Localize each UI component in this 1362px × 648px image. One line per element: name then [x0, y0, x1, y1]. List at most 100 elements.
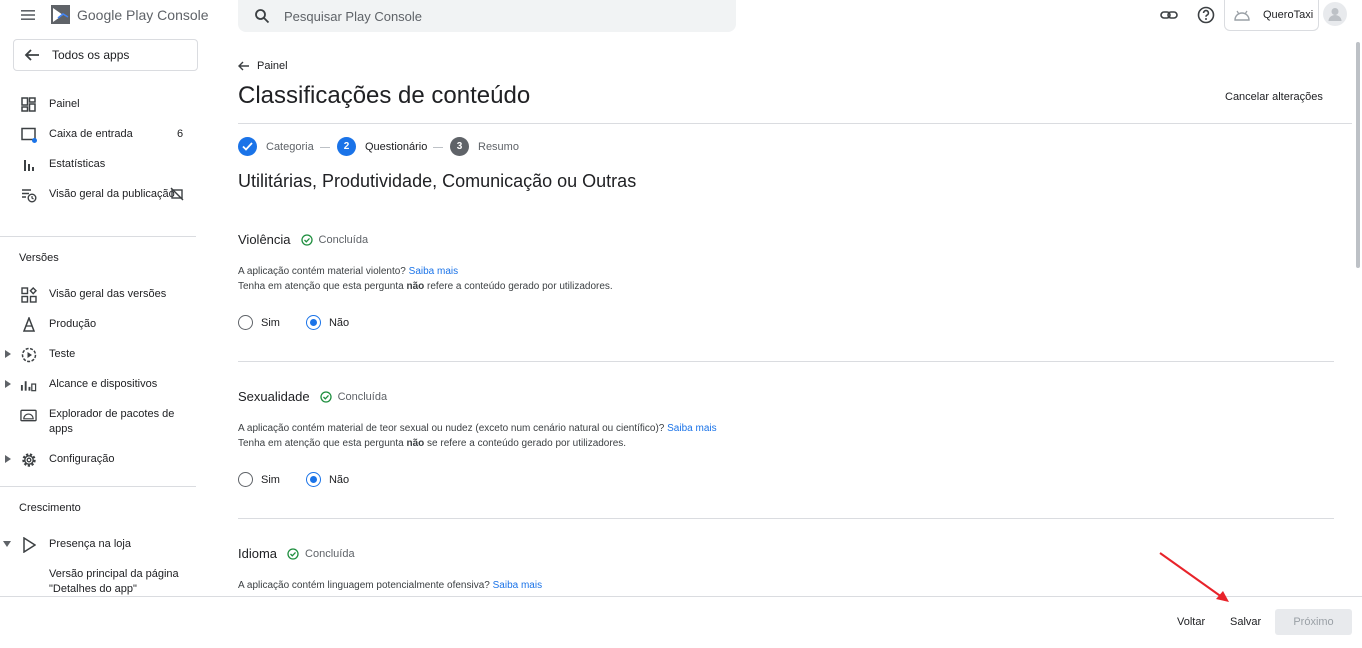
step-questionnaire[interactable]: 2 Questionário [337, 137, 427, 156]
inbox-count-badge: 6 [177, 128, 184, 140]
status-text: Concluída [337, 390, 388, 403]
app-name: QueroTaxi [1263, 9, 1314, 21]
back-button[interactable]: Voltar [1177, 616, 1205, 628]
sidebar-item-label: Estatísticas [49, 158, 106, 170]
sidebar-item-label: Visão geral das versões [49, 288, 167, 300]
question-note-emphasis: não [406, 438, 425, 449]
arrow-back-icon [24, 49, 39, 61]
learn-more-link[interactable]: Saiba mais [493, 580, 542, 591]
sidebar-item-label: Versão principal da página "Detalhes do … [49, 568, 179, 595]
page-title: Classificações de conteúdo [238, 82, 531, 109]
status-badge: Concluída [287, 548, 355, 560]
android-icon [1234, 10, 1250, 21]
learn-more-link[interactable]: Saiba mais [667, 423, 716, 434]
sidebar-item-label: Configuração [49, 453, 115, 465]
sidebar-item-label: Painel [49, 98, 80, 110]
option-label: Não [328, 473, 350, 486]
production-icon [22, 317, 35, 332]
question-note-end: refere a conteúdo gerado por utilizadore… [424, 281, 613, 292]
brand-name: Google Play [77, 7, 154, 23]
check-circle-icon [300, 233, 313, 246]
status-badge: Concluída [300, 233, 369, 246]
publishing-icon [21, 188, 36, 202]
status-badge: Concluída [319, 390, 388, 403]
search-bar[interactable]: Pesquisar Play Console [238, 0, 736, 32]
sidebar-section-growth: Crescimento [19, 502, 81, 514]
account-avatar[interactable] [1323, 2, 1347, 26]
question-title: Idioma [238, 546, 278, 561]
radio-sim[interactable] [238, 472, 253, 487]
sidebar-item-label: Caixa de entrada [49, 128, 133, 140]
annotation-arrow-icon [1159, 552, 1229, 602]
check-circle-icon [319, 390, 332, 403]
cancel-changes-button[interactable]: Cancelar alterações [1225, 91, 1323, 103]
back-to-dashboard-link[interactable]: Painel [238, 60, 288, 72]
radio-nao[interactable] [305, 315, 321, 330]
sidebar-item-label: Explorador de pacotes de apps [49, 408, 175, 435]
play-console-logo-icon [51, 5, 70, 24]
arrow-back-icon [238, 61, 249, 71]
help-button[interactable] [1196, 5, 1216, 25]
question-text: A aplicação contém material violento? Sa… [238, 264, 613, 294]
play-circle-icon [21, 347, 36, 362]
sidebar-divider [0, 486, 196, 487]
question-divider [238, 361, 1334, 362]
radio-sim[interactable] [238, 315, 253, 330]
link-button[interactable] [1159, 5, 1179, 25]
app-switcher[interactable]: QueroTaxi [1224, 0, 1319, 31]
step-number: 2 [337, 137, 356, 156]
link-icon [1160, 11, 1178, 19]
option-label: Não [328, 316, 350, 329]
play-console-logo[interactable]: Google Play Console [50, 4, 209, 26]
all-apps-label: Todos os apps [52, 48, 130, 62]
store-play-icon [22, 536, 36, 553]
expand-caret-icon[interactable] [5, 455, 11, 463]
inbox-icon [20, 127, 37, 143]
sexuality-answer-group: Sim Não [238, 472, 349, 487]
all-apps-button[interactable]: Todos os apps [13, 39, 198, 71]
expand-caret-icon[interactable] [5, 350, 11, 358]
next-button[interactable]: Próximo [1275, 609, 1352, 635]
sidebar-item-label: Visão geral da publicação [49, 188, 175, 200]
learn-more-link[interactable]: Saiba mais [409, 266, 458, 277]
question-note-emphasis: não [406, 281, 425, 292]
question-prompt: A aplicação contém material violento? [238, 266, 406, 277]
save-button[interactable]: Salvar [1230, 616, 1261, 628]
step-label: Resumo [478, 140, 519, 153]
question-text: A aplicação contém material de teor sexu… [238, 421, 717, 451]
violence-answer-group: Sim Não [238, 315, 349, 330]
sidebar-divider [0, 236, 196, 237]
avatar-icon [1328, 8, 1342, 21]
sidebar-section-versions: Versões [19, 252, 59, 264]
step-category[interactable]: Categoria [238, 137, 314, 156]
main-menu-button[interactable] [18, 5, 40, 25]
brand-suffix: Console [157, 7, 209, 23]
step-summary[interactable]: 3 Resumo [450, 137, 519, 156]
status-text: Concluída [305, 547, 355, 560]
app-category-title: Utilitárias, Produtividade, Comunicação … [238, 171, 637, 191]
check-circle-icon [287, 547, 299, 560]
question-text: A aplicação contém linguagem potencialme… [238, 578, 542, 593]
step-connector [320, 147, 330, 148]
question-title: Violência [238, 232, 291, 247]
sidebar-item-label: Teste [49, 348, 76, 360]
expand-caret-icon[interactable] [5, 380, 11, 388]
step-label: Categoria [266, 140, 314, 153]
gear-icon [21, 452, 36, 467]
question-violence-header: Violência Concluída [238, 232, 368, 247]
devices-chart-icon [20, 380, 37, 391]
question-note-end: se refere a conteúdo gerado por utilizad… [424, 438, 627, 449]
question-title: Sexualidade [238, 389, 310, 404]
scrollbar-thumb[interactable] [1356, 42, 1360, 268]
bar-chart-icon [23, 159, 34, 171]
help-icon [1197, 6, 1215, 24]
managed-publishing-off-icon [170, 187, 184, 201]
question-sexuality-header: Sexualidade Concluída [238, 389, 387, 404]
collapse-caret-icon[interactable] [3, 541, 11, 547]
sidebar-item-label: Produção [49, 318, 97, 330]
radio-nao[interactable] [305, 472, 321, 487]
option-label: Sim [261, 316, 280, 329]
question-prompt: A aplicação contém linguagem potencialme… [238, 580, 490, 591]
status-text: Concluída [318, 233, 369, 246]
step-connector [433, 147, 443, 148]
